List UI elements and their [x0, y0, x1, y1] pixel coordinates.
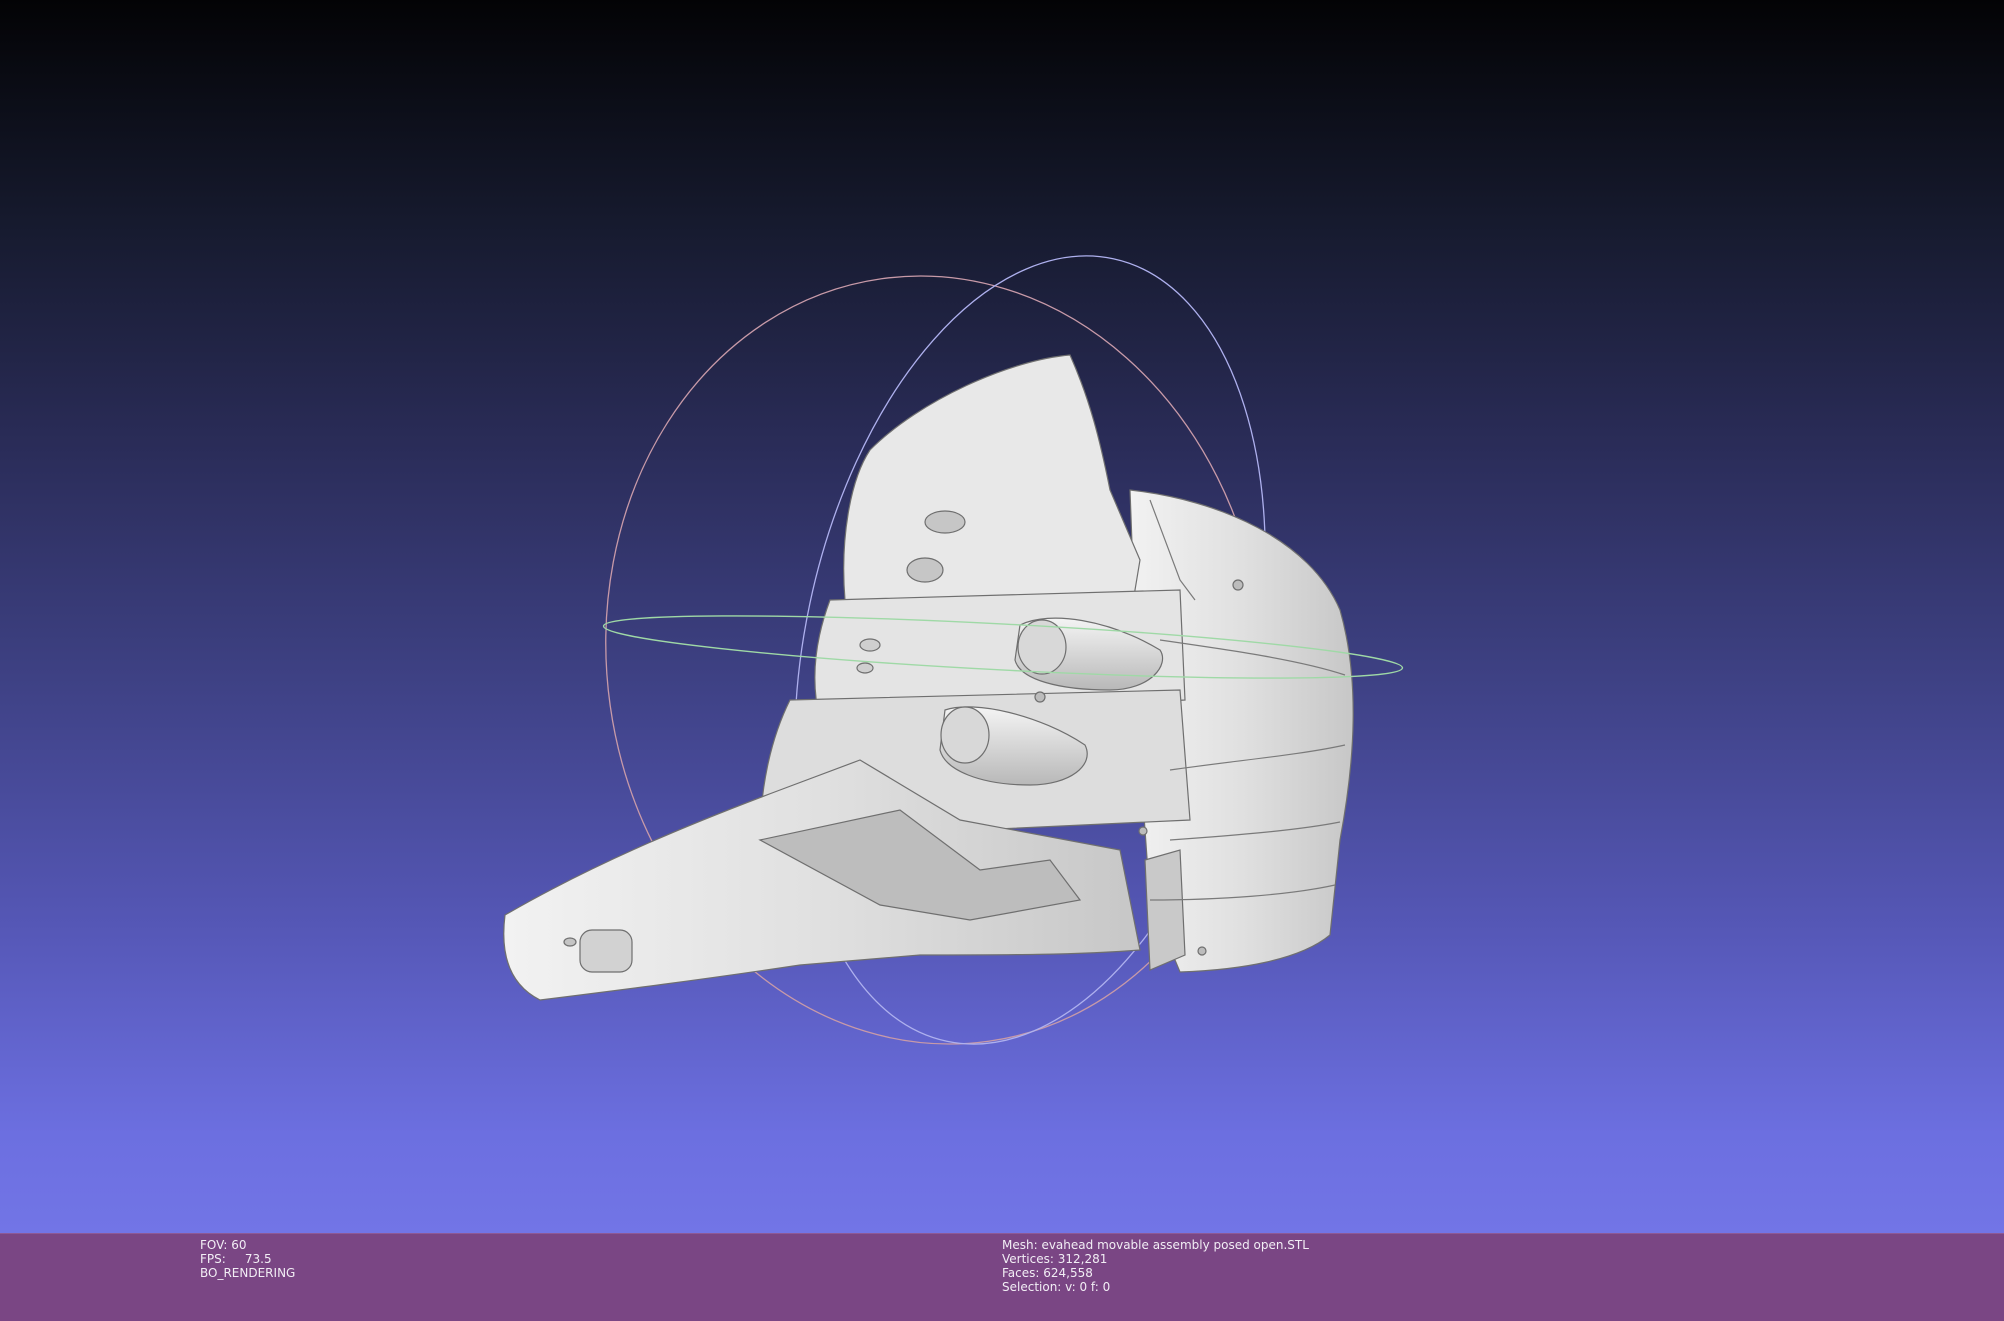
mesh-name-readout: Mesh: evahead movable assembly posed ope…	[1002, 1238, 1309, 1252]
mesh-stats: Mesh: evahead movable assembly posed ope…	[1002, 1238, 1309, 1294]
vertices-readout: Vertices: 312,281	[1002, 1252, 1108, 1266]
3d-viewport[interactable]	[0, 0, 2004, 1233]
faces-readout: Faces: 624,558	[1002, 1266, 1093, 1280]
mesh-render[interactable]	[0, 0, 2004, 1233]
selection-readout: Selection: v: 0 f: 0	[1002, 1280, 1111, 1294]
status-info-bar: FOV: 60 FPS: 73.5 BO_RENDERING Mesh: eva…	[0, 1233, 2004, 1321]
fps-readout: FPS: 73.5	[200, 1252, 272, 1266]
fov-readout: FOV: 60	[200, 1238, 247, 1252]
render-stats: FOV: 60 FPS: 73.5 BO_RENDERING	[200, 1238, 295, 1280]
render-mode-readout: BO_RENDERING	[200, 1266, 296, 1280]
